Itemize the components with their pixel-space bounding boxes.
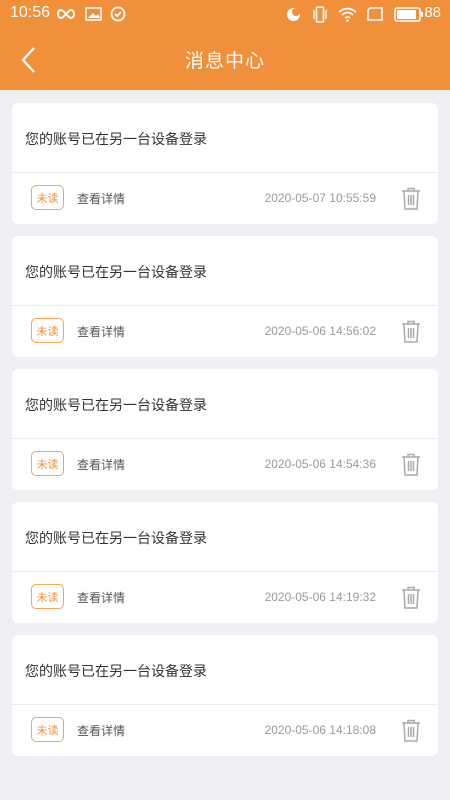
status-bar: 10:56 88	[0, 0, 450, 28]
vibrate-icon	[312, 5, 328, 23]
trash-icon	[402, 719, 420, 742]
divider	[12, 704, 438, 705]
wifi-icon	[338, 5, 357, 23]
screen-icon	[367, 5, 384, 23]
timestamp: 2020-05-06 14:19:32	[264, 590, 376, 604]
trash-icon	[402, 187, 420, 210]
view-details-link[interactable]: 查看详情	[77, 722, 125, 739]
divider	[12, 172, 438, 173]
status-time: 10:56	[10, 4, 51, 21]
moon-icon	[286, 5, 301, 23]
message-text: 您的账号已在另一台设备登录	[25, 398, 207, 414]
delete-button[interactable]	[398, 185, 424, 211]
trash-icon	[402, 586, 420, 609]
unread-badge: 未读	[31, 451, 64, 476]
delete-button[interactable]	[398, 451, 424, 477]
trash-icon	[402, 320, 420, 343]
timestamp: 2020-05-07 10:55:59	[264, 191, 376, 205]
message-text: 您的账号已在另一台设备登录	[25, 132, 207, 148]
delete-button[interactable]	[398, 584, 424, 610]
timestamp: 2020-05-06 14:18:08	[264, 723, 376, 737]
timestamp: 2020-05-06 14:54:36	[264, 457, 376, 471]
check-circle-icon	[110, 5, 126, 23]
message-list: 您的账号已在另一台设备登录 未读 查看详情 2020-05-07 10:55:5…	[12, 103, 438, 768]
message-card[interactable]: 您的账号已在另一台设备登录 未读 查看详情 2020-05-06 14:54:3…	[12, 369, 438, 490]
message-text: 您的账号已在另一台设备登录	[25, 531, 207, 547]
delete-button[interactable]	[398, 717, 424, 743]
trash-icon	[402, 453, 420, 476]
infinity-icon	[55, 5, 77, 23]
message-card[interactable]: 您的账号已在另一台设备登录 未读 查看详情 2020-05-06 14:18:0…	[12, 635, 438, 756]
nav-bar: 消息中心	[0, 28, 450, 90]
message-card[interactable]: 您的账号已在另一台设备登录 未读 查看详情 2020-05-07 10:55:5…	[12, 103, 438, 224]
delete-button[interactable]	[398, 318, 424, 344]
divider	[12, 305, 438, 306]
view-details-link[interactable]: 查看详情	[77, 589, 125, 606]
message-text: 您的账号已在另一台设备登录	[25, 664, 207, 680]
view-details-link[interactable]: 查看详情	[77, 456, 125, 473]
unread-badge: 未读	[31, 717, 64, 742]
image-icon	[85, 5, 102, 23]
message-card[interactable]: 您的账号已在另一台设备登录 未读 查看详情 2020-05-06 14:19:3…	[12, 502, 438, 623]
message-text: 您的账号已在另一台设备登录	[25, 265, 207, 281]
battery-level: 88	[424, 4, 441, 21]
unread-badge: 未读	[31, 584, 64, 609]
timestamp: 2020-05-06 14:56:02	[264, 324, 376, 338]
view-details-link[interactable]: 查看详情	[77, 190, 125, 207]
unread-badge: 未读	[31, 318, 64, 343]
message-card[interactable]: 您的账号已在另一台设备登录 未读 查看详情 2020-05-06 14:56:0…	[12, 236, 438, 357]
page-title: 消息中心	[184, 50, 265, 72]
view-details-link[interactable]: 查看详情	[77, 323, 125, 340]
divider	[12, 571, 438, 572]
header: 10:56 88 消息中心	[0, 0, 450, 90]
unread-badge: 未读	[31, 185, 64, 210]
battery-icon	[394, 5, 424, 23]
divider	[12, 438, 438, 439]
